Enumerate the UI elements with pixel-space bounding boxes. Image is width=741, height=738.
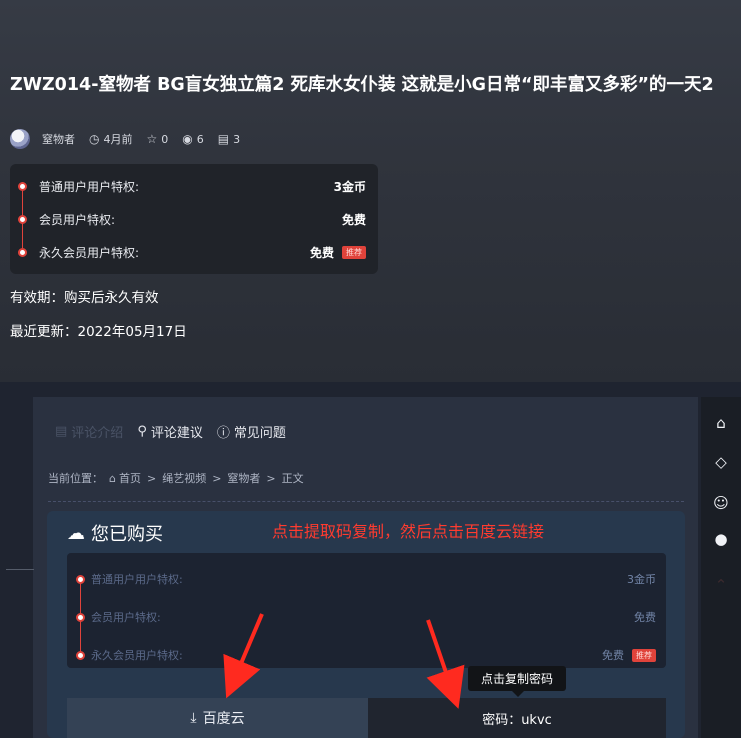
question-icon: ⓘ: [216, 425, 230, 441]
price-box: 普通用户用户特权: 3金币 会员用户特权: 免费 永久会员用户特权: 免费 推荐: [10, 164, 378, 274]
star-icon: ☆: [146, 132, 158, 146]
bell-icon: ●: [714, 530, 728, 548]
author-avatar[interactable]: [10, 129, 30, 149]
cloud-download-icon: ☁: [67, 522, 85, 544]
price-label: 会员用户特权:: [39, 212, 116, 227]
price-label: 普通用户用户特权:: [91, 573, 183, 586]
home-icon: ⌂: [109, 471, 116, 485]
validity-text: 有效期：购买后永久有效: [10, 290, 159, 306]
floating-sidebar: ⌂ ◇ ☺ ● ⌃: [701, 397, 741, 738]
favorites-count: 0: [161, 132, 169, 146]
chat-icon: ⚲: [137, 423, 147, 439]
timeline-dot: [76, 650, 85, 660]
timeline-dot: [18, 181, 27, 191]
home-button[interactable]: ⌂: [701, 405, 741, 441]
breadcrumb-separator: >: [212, 471, 222, 485]
timeline-dot: [18, 247, 27, 257]
tab-intro[interactable]: ▤ 评论介绍: [55, 422, 123, 441]
price-value: 3金币: [333, 179, 366, 194]
price-row: 普通用户用户特权: 3金币: [67, 569, 666, 589]
price-row: 永久会员用户特权: 免费 推荐: [67, 645, 666, 665]
document-icon: ▤: [55, 423, 68, 439]
price-row: 永久会员用户特权: 免费 推荐: [10, 241, 378, 263]
comment-icon: ▤: [217, 132, 230, 146]
meta-time: ◷ 4月前: [89, 131, 132, 147]
post-meta: 窒物者 ◷ 4月前 ☆ 0 ◉ 6 ▤ 3: [10, 128, 254, 150]
divider: [48, 501, 684, 502]
purchased-title-text: 您已购买: [91, 524, 163, 545]
breadcrumb-category[interactable]: 绳艺视频: [162, 470, 206, 486]
breadcrumb: 当前位置： ⌂ 首页 > 绳艺视频 > 窒物者 > 正文: [48, 470, 310, 486]
tab-label: 评论建议: [150, 425, 203, 441]
price-label: 会员用户特权:: [91, 611, 161, 624]
vip-button[interactable]: ◇: [701, 444, 741, 480]
price-row: 会员用户特权: 免费: [67, 607, 666, 627]
breadcrumb-current: 正文: [281, 472, 304, 485]
recommend-badge: 推荐: [632, 648, 656, 662]
views-count: 6: [196, 132, 204, 146]
author-name[interactable]: 窒物者: [42, 131, 75, 147]
content-tabs: ▤ 评论介绍 ⚲ 评论建议 ⓘ 常见问题: [55, 420, 300, 442]
price-row: 普通用户用户特权: 3金币: [10, 175, 378, 197]
meta-views: ◉ 6: [182, 132, 203, 146]
instruction-annotation: 点击提取码复制，然后点击百度云链接: [272, 522, 545, 541]
breadcrumb-separator: >: [266, 471, 276, 485]
price-label: 普通用户用户特权:: [39, 179, 140, 194]
password-label: 密码：ukvc: [482, 712, 552, 728]
updated-text: 最近更新：2022年05月17日: [10, 324, 187, 340]
price-value: 免费: [634, 611, 656, 624]
breadcrumb-prefix: 当前位置：: [48, 472, 103, 485]
baidu-download-button[interactable]: ⤓ 百度云: [67, 698, 368, 738]
price-value-wrap: 免费 推荐: [602, 647, 656, 663]
breadcrumb-subcategory[interactable]: 窒物者: [227, 470, 260, 486]
post-title: ZWZ014-窒物者 BG盲女独立篇2 死库水女仆装 这就是小G日常“即丰富又多…: [10, 75, 714, 95]
eye-icon: ◉: [182, 132, 193, 146]
timeline-dot: [18, 214, 27, 224]
price-label: 永久会员用户特权:: [39, 245, 140, 260]
breadcrumb-separator: >: [146, 471, 157, 485]
price-value-wrap: 免费 推荐: [310, 244, 366, 261]
comments-count: 3: [233, 132, 241, 146]
breadcrumb-home[interactable]: 首页: [119, 470, 141, 486]
home-icon: ⌂: [716, 414, 726, 432]
recommend-badge: 推荐: [342, 245, 366, 259]
meta-comments[interactable]: ▤ 3: [218, 132, 240, 146]
tab-label: 常见问题: [233, 425, 286, 441]
price-row: 会员用户特权: 免费: [10, 208, 378, 230]
user-icon: ☺: [713, 494, 729, 512]
user-button[interactable]: ☺: [701, 485, 741, 521]
copy-password-tooltip: 点击复制密码: [468, 666, 566, 697]
tab-label: 评论介绍: [71, 425, 124, 441]
notification-button[interactable]: ●: [701, 521, 741, 557]
tab-comments[interactable]: ⚲ 评论建议: [137, 422, 203, 441]
chevron-up-icon: ⌃: [714, 576, 728, 594]
price-value: 3金币: [627, 573, 656, 586]
meta-favorites[interactable]: ☆ 0: [146, 132, 168, 146]
price-value: 免费: [309, 245, 334, 260]
price-value: 免费: [602, 649, 624, 662]
timeline-dot: [76, 574, 85, 584]
back-to-top-button[interactable]: ⌃: [701, 567, 741, 603]
copy-password-button[interactable]: 密码：ukvc: [368, 698, 666, 738]
download-label: 百度云: [202, 711, 245, 727]
time-text: 4月前: [103, 133, 133, 146]
price-label: 永久会员用户特权:: [91, 649, 183, 662]
download-icon: ⤓: [190, 710, 197, 726]
price-value: 免费: [341, 212, 366, 227]
purchased-price-box: 普通用户用户特权: 3金币 会员用户特权: 免费 永久会员用户特权: 免费 推荐: [67, 553, 666, 668]
diamond-icon: ◇: [715, 453, 727, 471]
tab-faq[interactable]: ⓘ 常见问题: [217, 422, 286, 441]
timeline-dot: [76, 612, 85, 622]
clock-icon: ◷: [89, 132, 100, 146]
sidebar-divider: [6, 569, 34, 570]
purchased-title: ☁ 您已购买: [67, 520, 163, 546]
